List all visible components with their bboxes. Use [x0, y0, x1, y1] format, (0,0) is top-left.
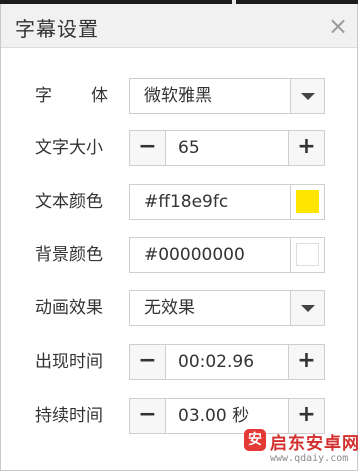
duration-decrease-button[interactable]: −	[130, 399, 166, 433]
chevron-down-icon	[301, 93, 315, 100]
font-row: 字 体 微软雅黑	[1, 78, 357, 114]
text-color-swatch	[296, 190, 319, 213]
text-color-picker-button[interactable]	[290, 185, 324, 219]
animation-row: 动画效果 无效果	[1, 290, 357, 326]
font-size-row: 文字大小 − 65 +	[1, 130, 357, 166]
font-label-char-2: 体	[91, 86, 108, 106]
duration-input[interactable]: 03.00 秒	[178, 399, 249, 433]
watermark-logo-icon: 安	[244, 429, 266, 451]
animation-label: 动画效果	[35, 298, 103, 318]
watermark-url: www.qdaiy.com	[270, 453, 349, 464]
font-size-increase-button[interactable]: +	[288, 131, 324, 165]
subtitle-settings-dialog: 字幕设置 × 字 体 微软雅黑 文字大小 − 65 + 文本颜色 #ff18e9…	[0, 4, 358, 471]
animation-select-value: 无效果	[144, 298, 195, 318]
font-size-stepper: − 65 +	[129, 130, 325, 166]
bg-color-picker-button[interactable]	[290, 238, 324, 272]
text-color-row: 文本颜色 #ff18e9fc	[1, 184, 357, 220]
font-size-decrease-button[interactable]: −	[130, 131, 166, 165]
bg-color-input[interactable]: #00000000	[144, 238, 245, 272]
dialog-title: 字幕设置	[15, 17, 99, 41]
animation-select[interactable]: 无效果	[129, 290, 325, 326]
close-icon[interactable]: ×	[324, 10, 352, 42]
bg-color-field: #00000000	[129, 237, 325, 273]
watermark-site-name: 启东安卓网	[270, 434, 358, 454]
animation-dropdown-button[interactable]	[290, 291, 324, 325]
font-select[interactable]: 微软雅黑	[129, 78, 325, 114]
appear-time-decrease-button[interactable]: −	[130, 345, 166, 379]
bg-color-row: 背景颜色 #00000000	[1, 237, 357, 273]
appear-time-increase-button[interactable]: +	[288, 345, 324, 379]
font-size-label: 文字大小	[35, 138, 103, 158]
appear-time-row: 出现时间 − 00:02.96 +	[1, 344, 357, 380]
site-watermark: 安 启东安卓网 www.qdaiy.com	[244, 427, 358, 471]
appear-time-label: 出现时间	[35, 352, 103, 372]
font-dropdown-button[interactable]	[290, 79, 324, 113]
text-color-input[interactable]: #ff18e9fc	[144, 185, 228, 219]
appear-time-input[interactable]: 00:02.96	[178, 345, 254, 379]
text-color-field: #ff18e9fc	[129, 184, 325, 220]
bg-color-label: 背景颜色	[35, 245, 103, 265]
font-label-char-1: 字	[35, 86, 52, 106]
dialog-titlebar: 字幕设置 ×	[1, 4, 357, 48]
duration-label: 持续时间	[35, 406, 103, 426]
font-size-input[interactable]: 65	[178, 131, 200, 165]
chevron-down-icon	[301, 305, 315, 312]
font-select-value: 微软雅黑	[144, 86, 212, 106]
text-color-label: 文本颜色	[35, 192, 103, 212]
appear-time-stepper: − 00:02.96 +	[129, 344, 325, 380]
bg-color-swatch	[296, 243, 319, 266]
font-label: 字 体	[35, 82, 108, 110]
